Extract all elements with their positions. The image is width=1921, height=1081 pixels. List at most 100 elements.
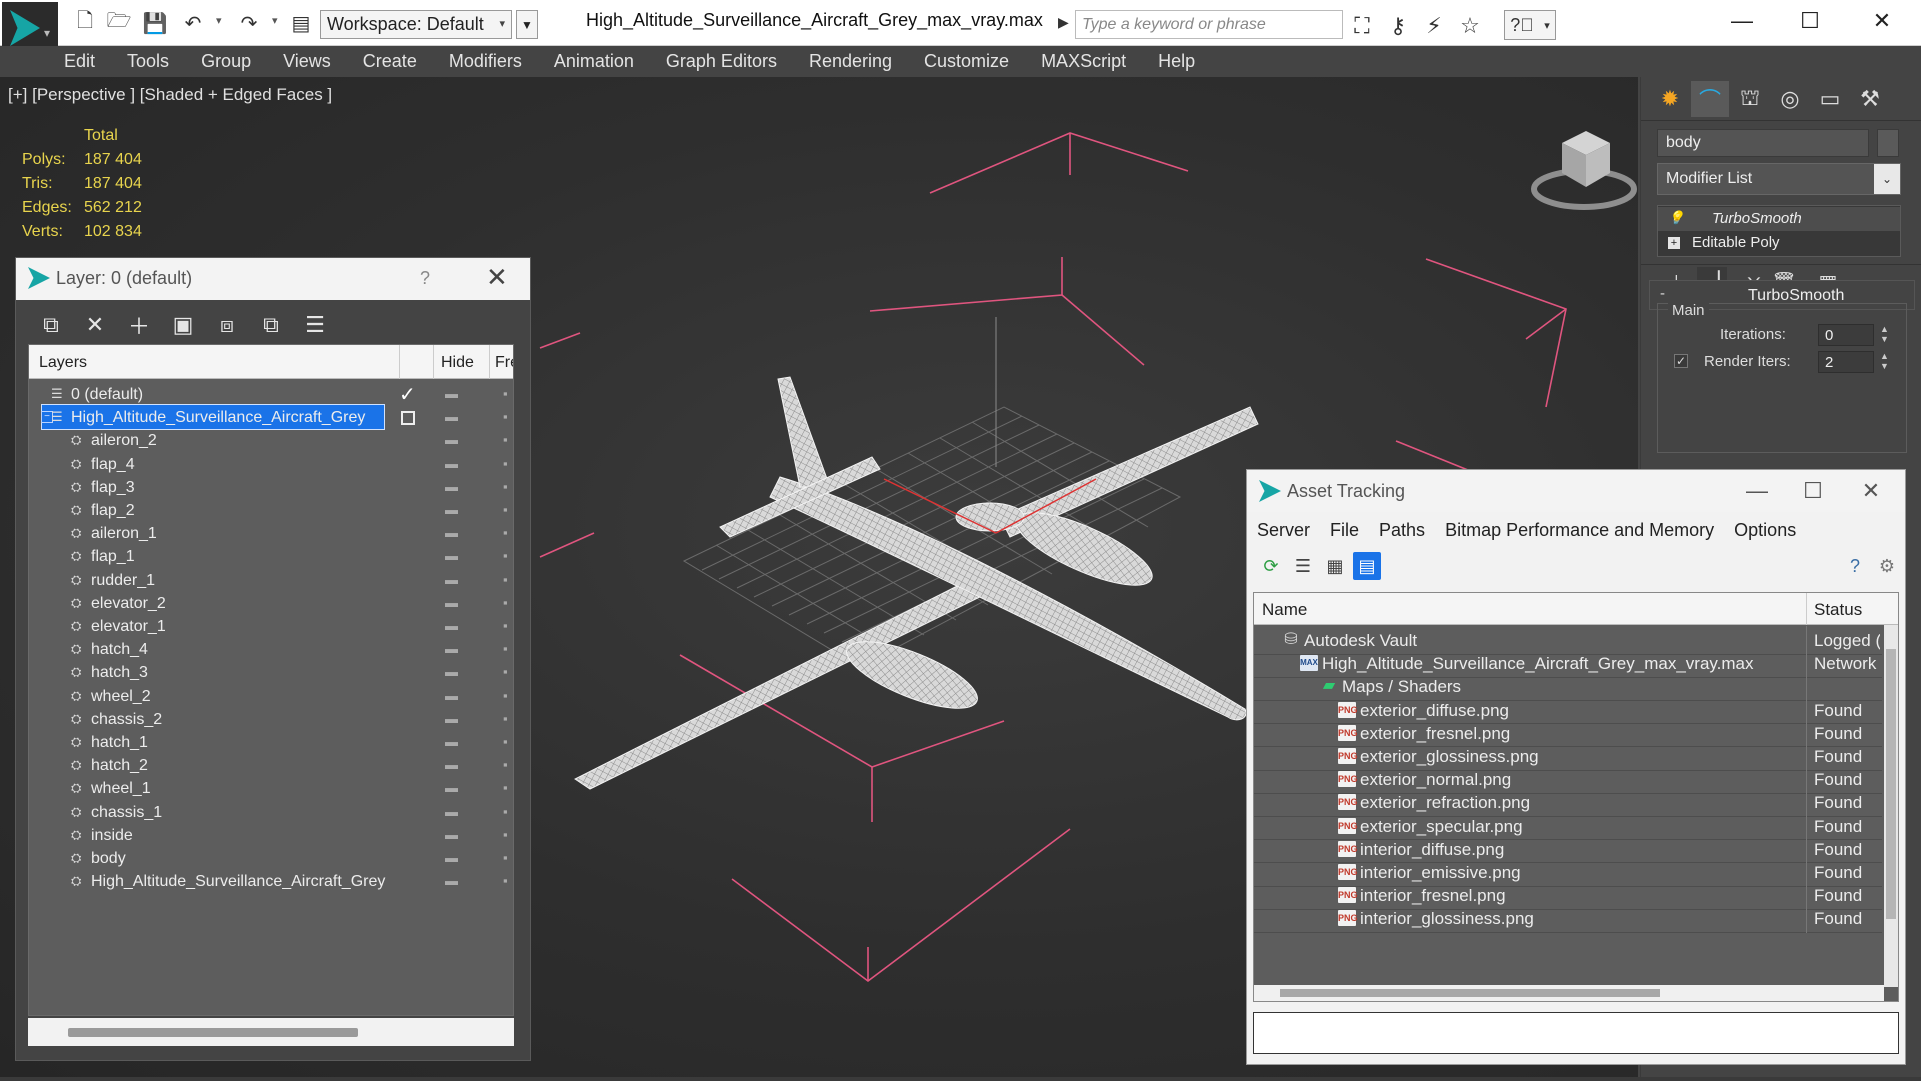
binoculars-icon[interactable]: ⛶ bbox=[1346, 10, 1378, 42]
workspace-menu-button[interactable]: ▼ bbox=[516, 10, 538, 39]
close-button[interactable]: ✕ bbox=[1858, 6, 1906, 36]
menu-rendering[interactable]: Rendering bbox=[809, 51, 892, 72]
hide-toggle-icon[interactable]: ▬ bbox=[445, 502, 463, 517]
freeze-toggle-icon[interactable]: ▪ bbox=[503, 711, 508, 726]
object-color-swatch[interactable] bbox=[1877, 129, 1899, 157]
column-layers[interactable]: Layers bbox=[39, 354, 87, 372]
hide-toggle-icon[interactable]: ▬ bbox=[445, 780, 463, 795]
column-name[interactable]: Name bbox=[1262, 600, 1307, 620]
menu-server[interactable]: Server bbox=[1257, 520, 1310, 541]
asset-dialog-titlebar[interactable]: Asset Tracking — ☐ ✕ bbox=[1247, 470, 1905, 512]
help-button[interactable]: ?⃝ ▾ bbox=[1504, 10, 1556, 40]
hide-toggle-icon[interactable]: ▬ bbox=[445, 873, 463, 888]
layer-dialog-titlebar[interactable]: Layer: 0 (default) ? ✕ bbox=[16, 258, 530, 300]
favorites-star-icon[interactable]: ☆ bbox=[1454, 10, 1486, 42]
freeze-toggle-icon[interactable]: ▪ bbox=[503, 595, 508, 610]
menu-graph-editors[interactable]: Graph Editors bbox=[666, 51, 777, 72]
bulb-icon[interactable]: 💡 bbox=[1668, 210, 1684, 226]
hide-toggle-icon[interactable]: ▬ bbox=[445, 804, 463, 819]
hide-toggle-icon[interactable]: ▬ bbox=[445, 688, 463, 703]
menu-group[interactable]: Group bbox=[201, 51, 251, 72]
close-button[interactable]: ✕ bbox=[486, 262, 508, 293]
freeze-toggle-icon[interactable]: ▪ bbox=[503, 641, 508, 656]
freeze-toggle-icon[interactable]: ▪ bbox=[503, 757, 508, 772]
menu-customize[interactable]: Customize bbox=[924, 51, 1009, 72]
redo-icon[interactable]: ↷ bbox=[234, 8, 264, 38]
list-view-icon[interactable]: ☰ bbox=[1289, 552, 1317, 580]
spinner-arrows-icon[interactable]: ▲ ▼ bbox=[1880, 324, 1889, 344]
freeze-toggle-icon[interactable]: ▪ bbox=[503, 572, 508, 587]
column-hide[interactable]: Hide bbox=[441, 354, 474, 372]
help-icon[interactable]: ? bbox=[1841, 552, 1869, 580]
hide-toggle-icon[interactable]: ▬ bbox=[445, 757, 463, 772]
stack-item-turbosmooth[interactable]: 💡 TurboSmooth bbox=[1658, 207, 1900, 231]
scrollbar-thumb[interactable] bbox=[1886, 649, 1896, 919]
redo-dropdown-icon[interactable]: ▾ bbox=[272, 14, 278, 27]
menu-edit[interactable]: Edit bbox=[64, 51, 95, 72]
delete-layer-icon[interactable]: ✕ bbox=[78, 308, 112, 342]
set-current-layer-box-icon[interactable] bbox=[401, 411, 415, 426]
freeze-toggle-icon[interactable]: ▪ bbox=[503, 688, 508, 703]
key-icon[interactable]: ⚷ bbox=[1382, 10, 1414, 42]
freeze-toggle-icon[interactable]: ▪ bbox=[503, 409, 508, 424]
render-iters-checkbox[interactable]: ✓ bbox=[1674, 354, 1688, 368]
undo-dropdown-icon[interactable]: ▾ bbox=[216, 14, 222, 27]
horizontal-scrollbar[interactable] bbox=[1254, 985, 1884, 1001]
undo-icon[interactable]: ↶ bbox=[178, 8, 208, 38]
freeze-toggle-icon[interactable]: ▪ bbox=[503, 804, 508, 819]
hide-toggle-icon[interactable]: ▬ bbox=[445, 432, 463, 447]
hierarchy-tab-icon[interactable]: ⛫ bbox=[1731, 81, 1769, 117]
hide-toggle-icon[interactable]: ▬ bbox=[445, 572, 463, 587]
freeze-toggle-icon[interactable]: ▪ bbox=[503, 618, 508, 633]
freeze-toggle-icon[interactable]: ▪ bbox=[503, 780, 508, 795]
workspace-dropdown[interactable]: Workspace: Default ▾ bbox=[320, 10, 512, 39]
scrollbar-thumb[interactable] bbox=[68, 1028, 358, 1037]
search-input[interactable] bbox=[1075, 10, 1343, 39]
create-layer-icon[interactable]: ⧉ bbox=[34, 308, 68, 342]
freeze-toggle-icon[interactable]: ▪ bbox=[503, 502, 508, 517]
menu-bitmap-performance[interactable]: Bitmap Performance and Memory bbox=[1445, 520, 1714, 541]
new-file-icon[interactable]: 🗋 bbox=[70, 8, 100, 38]
help-button[interactable]: ? bbox=[420, 268, 430, 289]
close-button[interactable]: ✕ bbox=[1847, 476, 1895, 506]
settings-help-icon[interactable]: ⚙ bbox=[1873, 552, 1901, 580]
utilities-tab-icon[interactable]: ⚒ bbox=[1851, 81, 1889, 117]
column-freeze[interactable]: Fre bbox=[495, 354, 513, 372]
hide-unhide-all-icon[interactable]: ☰ bbox=[298, 308, 332, 342]
project-folder-icon[interactable]: ▤ bbox=[286, 8, 316, 38]
render-iters-spinner[interactable]: 2 bbox=[1818, 351, 1874, 373]
communication-center-icon[interactable]: ⚡ bbox=[1418, 10, 1450, 42]
hide-toggle-icon[interactable]: ▬ bbox=[445, 525, 463, 540]
vertical-scrollbar[interactable] bbox=[1884, 625, 1898, 987]
maximize-button[interactable]: ☐ bbox=[1789, 476, 1837, 506]
object-row[interactable]: ⛭ High_Altitude_Surveillance_Aircraft_Gre… bbox=[29, 867, 513, 896]
select-layer-icon[interactable]: ⧈ bbox=[210, 308, 244, 342]
menu-file[interactable]: File bbox=[1330, 520, 1359, 541]
scrollbar-thumb[interactable] bbox=[1280, 989, 1660, 997]
freeze-toggle-icon[interactable]: ▪ bbox=[503, 386, 508, 401]
minimize-button[interactable]: — bbox=[1733, 476, 1781, 506]
hide-toggle-icon[interactable]: ▬ bbox=[445, 827, 463, 842]
freeze-toggle-icon[interactable]: ▪ bbox=[503, 456, 508, 471]
set-current-layer-icon[interactable]: ⧉ bbox=[254, 308, 288, 342]
freeze-toggle-icon[interactable]: ▪ bbox=[503, 664, 508, 679]
stack-item-editable-poly[interactable]: + Editable Poly bbox=[1658, 231, 1900, 255]
hide-toggle-icon[interactable]: ▬ bbox=[445, 386, 463, 401]
hide-toggle-icon[interactable]: ▬ bbox=[445, 409, 463, 424]
modifier-list-dropdown[interactable]: Modifier List ⌄ bbox=[1657, 163, 1901, 195]
hide-toggle-icon[interactable]: ▬ bbox=[445, 711, 463, 726]
hide-toggle-icon[interactable]: ▬ bbox=[445, 641, 463, 656]
hide-toggle-icon[interactable]: ▬ bbox=[445, 618, 463, 633]
freeze-toggle-icon[interactable]: ▪ bbox=[503, 479, 508, 494]
freeze-toggle-icon[interactable]: ▪ bbox=[503, 432, 508, 447]
freeze-toggle-icon[interactable]: ▪ bbox=[503, 525, 508, 540]
menu-help[interactable]: Help bbox=[1158, 51, 1195, 72]
menu-create[interactable]: Create bbox=[363, 51, 417, 72]
object-name-field[interactable]: body bbox=[1657, 129, 1869, 157]
spinner-arrows-icon[interactable]: ▲ ▼ bbox=[1880, 351, 1889, 371]
menu-tools[interactable]: Tools bbox=[127, 51, 169, 72]
create-tab-icon[interactable]: ✹ bbox=[1651, 81, 1689, 117]
expand-icon[interactable]: + bbox=[1668, 237, 1680, 249]
hide-toggle-icon[interactable]: ▬ bbox=[445, 734, 463, 749]
minimize-button[interactable]: — bbox=[1718, 6, 1766, 36]
